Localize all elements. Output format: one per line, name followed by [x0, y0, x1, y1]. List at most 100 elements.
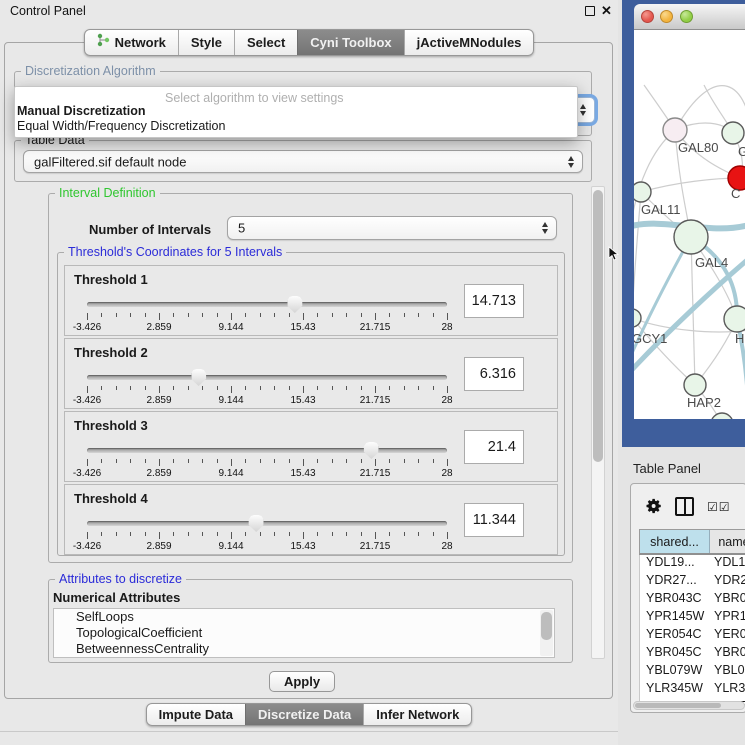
table-row[interactable]: YDR27...YDR27	[640, 573, 745, 591]
tick-mark	[389, 532, 390, 536]
column-header-shared-[interactable]: shared...	[640, 530, 710, 553]
network-edge[interactable]	[641, 178, 740, 192]
tick-mark	[202, 386, 203, 390]
table-panel-title: Table Panel	[633, 461, 701, 476]
gear-icon[interactable]	[645, 497, 663, 520]
table-row[interactable]: YBR043CYBR04	[640, 591, 745, 609]
network-window-titlebar[interactable]	[634, 4, 745, 30]
tick-mark	[418, 532, 419, 536]
tick-label: 2.859	[146, 395, 171, 406]
slider-thumb[interactable]	[287, 296, 302, 313]
threshold-value-field[interactable]: 14.713	[464, 284, 524, 318]
tick-mark	[260, 386, 261, 390]
threshold-slider[interactable]: -3.4262.8599.14415.4321.71528	[87, 515, 447, 553]
table-horizontal-scrollbar[interactable]	[633, 701, 745, 710]
threshold-slider[interactable]: -3.4262.8599.14415.4321.71528	[87, 296, 447, 334]
table-row[interactable]: YBL079WYBL07	[640, 663, 745, 681]
table-data-group: Table Data galFiltered.sif default node	[14, 140, 592, 182]
tick-mark	[361, 313, 362, 317]
attribute-item-selfloops[interactable]: SelfLoops	[54, 609, 554, 625]
tick-mark	[289, 386, 290, 390]
tick-mark	[188, 386, 189, 390]
tick-mark	[346, 386, 347, 390]
tab-infer-network[interactable]: Infer Network	[363, 704, 471, 725]
close-icon[interactable]: ✕	[601, 3, 612, 19]
network-node-green[interactable]	[634, 309, 641, 327]
network-node-green[interactable]	[674, 220, 708, 254]
close-traffic-light-icon[interactable]	[641, 10, 654, 23]
combo-stepper-icon	[542, 222, 548, 234]
number-of-intervals-combobox[interactable]: 5	[227, 216, 557, 240]
table-cell: YER054C	[640, 627, 710, 645]
slider-track[interactable]	[87, 375, 447, 380]
attribute-item-topologicalcoefficient[interactable]: TopologicalCoefficient	[54, 625, 554, 641]
tick-label: 21.715	[360, 468, 391, 479]
tick-mark	[389, 313, 390, 317]
network-node-green[interactable]	[724, 306, 745, 332]
scrollbar-thumb[interactable]	[541, 612, 552, 640]
checkbox-select-icons[interactable]: ☑☑	[707, 500, 731, 514]
network-canvas[interactable]: GAL80GACGAL11GAL4GCY1HHAP2	[634, 30, 745, 419]
network-node-green[interactable]	[722, 122, 744, 144]
table-row[interactable]: YLR345WYLR34	[640, 681, 745, 699]
scrollbar-thumb[interactable]	[635, 703, 721, 708]
float-window-icon[interactable]	[585, 6, 595, 16]
numerical-attributes-list[interactable]: SelfLoopsTopologicalCoefficientBetweenne…	[53, 608, 555, 658]
panel-bottom-divider	[0, 731, 618, 732]
slider-thumb[interactable]	[249, 515, 264, 532]
attributes-list-scrollbar[interactable]	[540, 610, 553, 656]
scrollbar-thumb[interactable]	[593, 190, 603, 462]
tick-mark	[173, 532, 174, 536]
network-node-label: GAL11	[641, 202, 681, 217]
slider-track[interactable]	[87, 448, 447, 453]
network-node-green[interactable]	[711, 413, 733, 419]
panel-vertical-scrollbar[interactable]	[591, 186, 605, 659]
table-cell: YBR045C	[640, 645, 710, 663]
minimize-traffic-light-icon[interactable]	[660, 10, 673, 23]
tab-network[interactable]: Network	[85, 30, 178, 55]
network-node-green[interactable]	[634, 182, 651, 202]
tick-mark	[332, 386, 333, 390]
tab-impute-data[interactable]: Impute Data	[147, 704, 245, 725]
apply-button[interactable]: Apply	[269, 671, 335, 692]
attribute-item-betweennesscentrality[interactable]: BetweennessCentrality	[54, 641, 554, 657]
tick-mark	[404, 313, 405, 317]
zoom-traffic-light-icon[interactable]	[680, 10, 693, 23]
tick-mark	[346, 532, 347, 536]
table-cell: YLR345W	[640, 681, 710, 699]
table-row[interactable]: YBR045CYBR04	[640, 645, 745, 663]
table-row[interactable]: YDL19...YDL19	[640, 555, 745, 573]
table-data-combobox[interactable]: galFiltered.sif default node	[23, 150, 583, 173]
tick-mark	[202, 313, 203, 317]
tab-discretize-data[interactable]: Discretize Data	[245, 704, 363, 725]
tick-mark	[116, 532, 117, 536]
table-row[interactable]: YPR145WYPR14	[640, 609, 745, 627]
threshold-slider[interactable]: -3.4262.8599.14415.4321.71528	[87, 442, 447, 480]
tick-mark	[289, 532, 290, 536]
tab-cyni-toolbox[interactable]: Cyni Toolbox	[297, 30, 403, 55]
dropdown-option-manual-discretization[interactable]: Manual Discretization	[17, 104, 146, 118]
slider-track[interactable]	[87, 521, 447, 526]
tab-jactivemnodules[interactable]: jActiveMNodules	[404, 30, 534, 55]
threshold-value-field[interactable]: 11.344	[464, 503, 524, 537]
network-node-pink[interactable]	[663, 118, 687, 142]
dropdown-option-equal-width-frequency-discretization[interactable]: Equal Width/Frequency Discretization	[17, 119, 225, 133]
network-edge[interactable]	[634, 192, 641, 318]
slider-thumb[interactable]	[364, 442, 379, 459]
slider-thumb[interactable]	[191, 369, 206, 386]
threshold-slider[interactable]: -3.4262.8599.14415.4321.71528	[87, 369, 447, 407]
threshold-value-field[interactable]: 21.4	[464, 430, 524, 464]
table-cell: YBR04	[710, 591, 745, 609]
tick-mark	[245, 459, 246, 463]
tick-mark	[231, 532, 232, 539]
network-node-green[interactable]	[684, 374, 706, 396]
tick-mark	[260, 459, 261, 463]
slider-track[interactable]	[87, 302, 447, 307]
threshold-value-field[interactable]: 6.316	[464, 357, 524, 391]
table-row[interactable]: YER054CYER05	[640, 627, 745, 645]
tab-select[interactable]: Select	[234, 30, 297, 55]
column-header-name[interactable]: name	[710, 530, 745, 553]
columns-icon[interactable]	[675, 497, 694, 516]
tab-style[interactable]: Style	[178, 30, 234, 55]
tick-label: 21.715	[360, 395, 391, 406]
